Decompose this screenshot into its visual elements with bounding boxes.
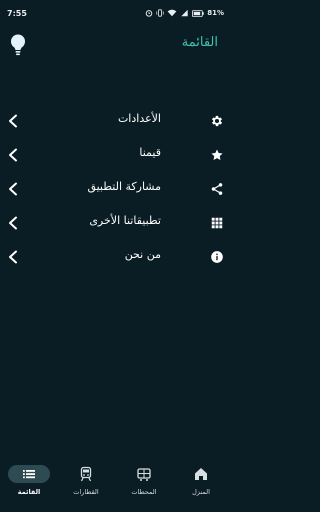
menu-item-label: مشاركة التطبيق (87, 180, 161, 193)
train-icon (80, 466, 92, 482)
battery-icon (192, 9, 204, 17)
menu-item-label: تطبيقاتنا الأخرى (89, 214, 161, 227)
wifi-icon (167, 9, 177, 17)
nav-label: المحطات (131, 488, 157, 496)
bottom-navigation: القائمة القطارات المحطات المنزل (0, 454, 230, 512)
alarm-icon (145, 10, 153, 17)
nav-item-menu[interactable]: القائمة (3, 458, 55, 508)
screen: 7:55 81% القائمة الأعدادات قيمنا مشاركة … (0, 0, 230, 512)
menu-item-other-apps[interactable]: تطبيقاتنا الأخرى (0, 206, 230, 240)
station-icon (137, 468, 151, 481)
chevron-left-icon (9, 182, 17, 196)
gear-icon (211, 115, 223, 127)
menu-item-rate-us[interactable]: قيمنا (0, 138, 230, 172)
apps-grid-icon (211, 217, 223, 229)
status-bar: 7:55 81% (0, 0, 230, 30)
menu-item-share-app[interactable]: مشاركة التطبيق (0, 172, 230, 206)
nav-label: المنزل (192, 488, 210, 496)
nav-item-stations[interactable]: المحطات (118, 458, 170, 508)
menu-item-about-us[interactable]: من نحن (0, 240, 230, 274)
info-icon (211, 251, 223, 263)
chevron-left-icon (9, 148, 17, 162)
chevron-left-icon (9, 114, 17, 128)
battery-percent: 81% (207, 9, 224, 17)
chevron-left-icon (9, 250, 17, 264)
home-icon (195, 468, 207, 480)
nav-item-trains[interactable]: القطارات (60, 458, 112, 508)
status-icons: 81% (145, 9, 224, 17)
star-icon (211, 149, 223, 160)
chevron-left-icon (9, 216, 17, 230)
nav-label: القطارات (73, 488, 99, 496)
menu-item-label: من نحن (124, 248, 161, 261)
status-time: 7:55 (7, 9, 27, 18)
list-icon (23, 470, 35, 479)
signal-icon (181, 9, 188, 17)
share-icon (211, 183, 223, 195)
menu-item-settings[interactable]: الأعدادات (0, 104, 230, 138)
menu-item-label: قيمنا (139, 146, 161, 159)
vibrate-icon (156, 9, 164, 17)
nav-item-home[interactable]: المنزل (175, 458, 227, 508)
lightbulb-icon[interactable] (9, 33, 27, 57)
app-bar: القائمة (0, 30, 230, 60)
menu-item-label: الأعدادات (117, 112, 161, 125)
page-title: القائمة (181, 35, 218, 50)
nav-label: القائمة (17, 488, 41, 496)
menu-list: الأعدادات قيمنا مشاركة التطبيق تطبيقاتنا… (0, 104, 230, 274)
